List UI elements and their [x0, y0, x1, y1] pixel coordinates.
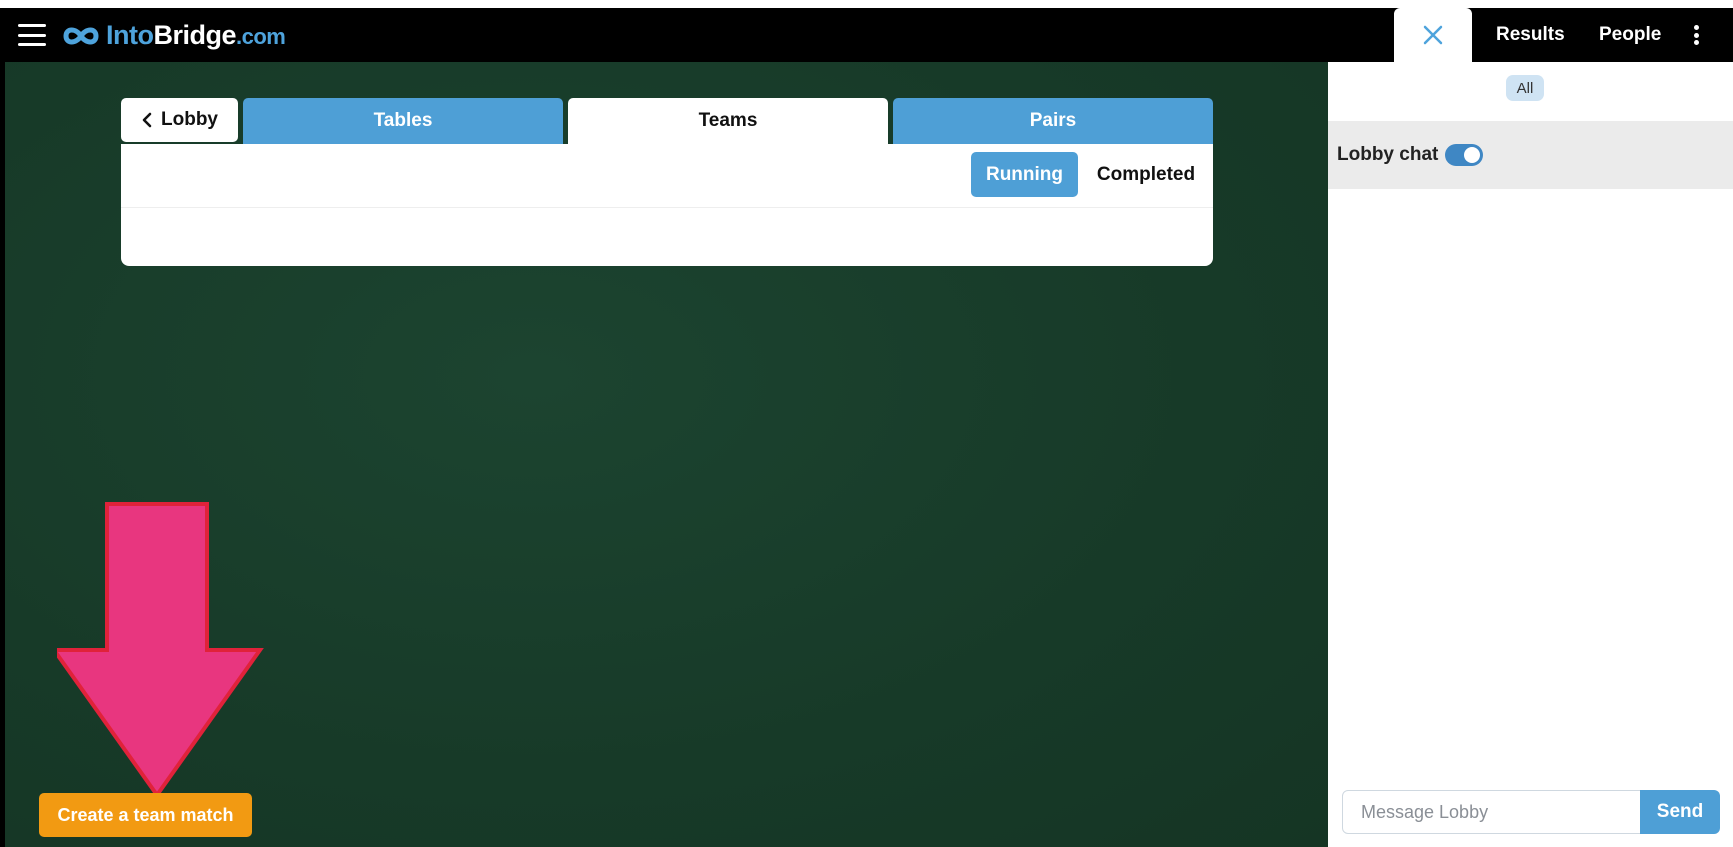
- close-chat-button[interactable]: [1394, 8, 1472, 62]
- send-button[interactable]: Send: [1640, 790, 1720, 834]
- people-link[interactable]: People: [1599, 24, 1661, 46]
- lobby-chat-toggle[interactable]: [1445, 144, 1483, 166]
- chevron-left-icon: [142, 112, 152, 128]
- completed-filter-button[interactable]: Completed: [1091, 152, 1201, 197]
- intobridge-logo[interactable]: IntoBridge.com: [60, 20, 286, 51]
- teams-filter-bar: Running Completed: [121, 144, 1213, 208]
- lobby-label: Lobby: [161, 109, 218, 130]
- more-vertical-icon[interactable]: [1692, 25, 1700, 45]
- menu-icon[interactable]: [18, 24, 46, 46]
- create-team-match-button[interactable]: Create a team match: [39, 793, 252, 837]
- close-icon: [1423, 25, 1443, 45]
- toggle-knob: [1464, 147, 1480, 163]
- tab-pairs[interactable]: Pairs: [893, 98, 1213, 144]
- results-link[interactable]: Results: [1496, 24, 1565, 46]
- arrow-down-annotation: [57, 502, 264, 799]
- infinity-logo-icon: [63, 27, 99, 44]
- running-filter-button[interactable]: Running: [971, 152, 1078, 197]
- chat-filter-all[interactable]: All: [1506, 75, 1544, 101]
- chat-sidebar: All Lobby chat Send: [1328, 62, 1733, 847]
- lobby-chat-label: Lobby chat: [1337, 144, 1439, 165]
- logo-com-text: .com: [236, 24, 286, 49]
- teams-panel: Running Completed: [121, 144, 1213, 266]
- lobby-main-area: Lobby Tables Teams Pairs Running Complet…: [5, 62, 1328, 847]
- window-top-edge: [0, 0, 1733, 8]
- logo-bridge-text: Bridge: [153, 20, 236, 50]
- message-input[interactable]: [1342, 790, 1641, 834]
- logo-into-text: Into: [106, 20, 154, 50]
- lobby-chat-row: Lobby chat: [1328, 121, 1733, 189]
- back-to-lobby-button[interactable]: Lobby: [121, 98, 238, 142]
- tab-teams[interactable]: Teams: [568, 98, 888, 144]
- top-nav-bar: IntoBridge.com Results People: [0, 8, 1733, 62]
- tab-tables[interactable]: Tables: [243, 98, 563, 144]
